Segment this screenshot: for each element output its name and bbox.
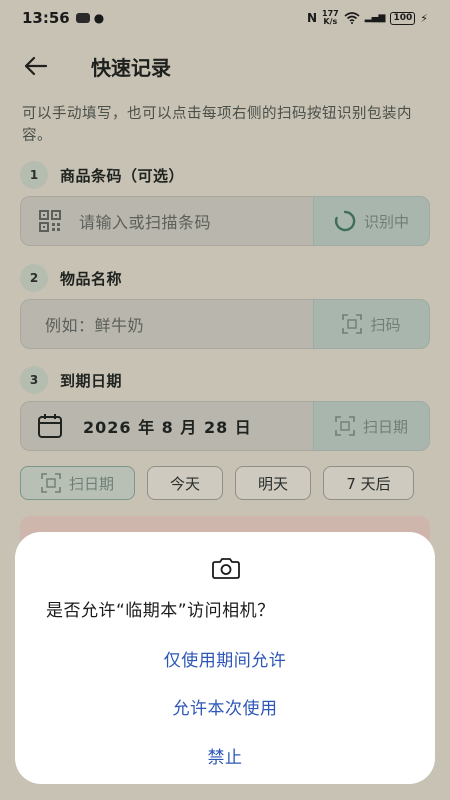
app-header: 快速记录 xyxy=(0,44,450,88)
chip-today[interactable]: 今天 xyxy=(147,466,223,500)
back-arrow-icon[interactable] xyxy=(22,54,48,78)
step-number: 1 xyxy=(20,161,48,189)
item-name-input[interactable]: 例如：鲜牛奶 xyxy=(20,299,313,349)
expiry-date-value: 2026 年 8 月 28 日 xyxy=(83,418,252,437)
camera-icon xyxy=(212,558,240,579)
quick-record-screen: 13:56 ● N 177 K/s ▂▄▆ 100 ⚡ 快速记录 可以手动填写，… xyxy=(0,0,450,800)
nfc-icon: N xyxy=(306,11,317,25)
chip-seven-days[interactable]: 7 天后 xyxy=(323,466,414,500)
barcode-field: 请输入或扫描条码 识别中 xyxy=(20,196,430,246)
intro-text: 可以手动填写，也可以点击每项右侧的扫码按钮识别包装内容。 xyxy=(22,106,412,144)
date-quick-chips: 扫日期 今天 明天 7 天后 xyxy=(20,466,414,500)
charging-icon: ⚡ xyxy=(420,11,428,25)
chip-tomorrow[interactable]: 明天 xyxy=(235,466,311,500)
dialog-message: 是否允许“临期本”访问相机？ xyxy=(46,601,275,621)
chip-scan-date[interactable]: 扫日期 xyxy=(20,466,135,500)
battery-icon: 100 xyxy=(390,11,416,25)
barcode-input[interactable]: 请输入或扫描条码 xyxy=(20,196,313,246)
calendar-icon xyxy=(38,414,62,438)
expiry-date-scan-button[interactable]: 扫日期 xyxy=(313,401,430,451)
step-title: 商品条码（可选） xyxy=(60,166,185,185)
notification-badge-icon xyxy=(75,13,90,23)
network-speed: 177 K/s xyxy=(322,9,339,26)
item-name-placeholder: 例如：鲜牛奶 xyxy=(45,316,145,335)
barcode-placeholder: 请输入或扫描条码 xyxy=(79,213,212,232)
cellular-signal-icon: ▂▄▆ xyxy=(364,13,386,23)
loading-spinner-icon xyxy=(334,210,356,232)
allow-while-using-button[interactable]: 仅使用期间允许 xyxy=(15,646,435,671)
scan-icon xyxy=(342,314,363,334)
step-title: 到期日期 xyxy=(60,371,123,390)
step-title: 物品名称 xyxy=(60,269,123,288)
chip-label: 扫日期 xyxy=(68,474,114,493)
step-number: 3 xyxy=(20,366,48,394)
barcode-action-label: 识别中 xyxy=(363,212,409,231)
item-name-field: 例如：鲜牛奶 扫码 xyxy=(20,299,430,349)
wifi-icon xyxy=(344,12,360,24)
eye-icon: ● xyxy=(93,11,105,25)
deny-button[interactable]: 禁止 xyxy=(15,743,435,768)
camera-permission-dialog: 是否允许“临期本”访问相机？ 仅使用期间允许 允许本次使用 禁止 xyxy=(15,532,435,784)
expiry-date-field: 2026 年 8 月 28 日 扫日期 xyxy=(20,401,430,451)
barcode-recognizing-button[interactable]: 识别中 xyxy=(313,196,430,246)
expiry-date-picker[interactable]: 2026 年 8 月 28 日 xyxy=(20,401,313,451)
item-name-action-label: 扫码 xyxy=(370,315,401,334)
qr-code-icon xyxy=(39,210,61,232)
scan-icon xyxy=(41,473,61,493)
step-2-label: 2 物品名称 xyxy=(20,264,122,292)
step-number: 2 xyxy=(20,264,48,292)
expiry-date-action-label: 扫日期 xyxy=(362,417,408,436)
status-time: 13:56 xyxy=(22,9,70,27)
page-title: 快速记录 xyxy=(91,56,171,80)
step-3-label: 3 到期日期 xyxy=(20,366,122,394)
scan-icon xyxy=(335,416,355,436)
step-1-label: 1 商品条码（可选） xyxy=(20,161,184,189)
item-name-scan-button[interactable]: 扫码 xyxy=(313,299,430,349)
status-bar: 13:56 ● N 177 K/s ▂▄▆ 100 ⚡ xyxy=(0,0,450,36)
allow-once-button[interactable]: 允许本次使用 xyxy=(15,694,435,719)
